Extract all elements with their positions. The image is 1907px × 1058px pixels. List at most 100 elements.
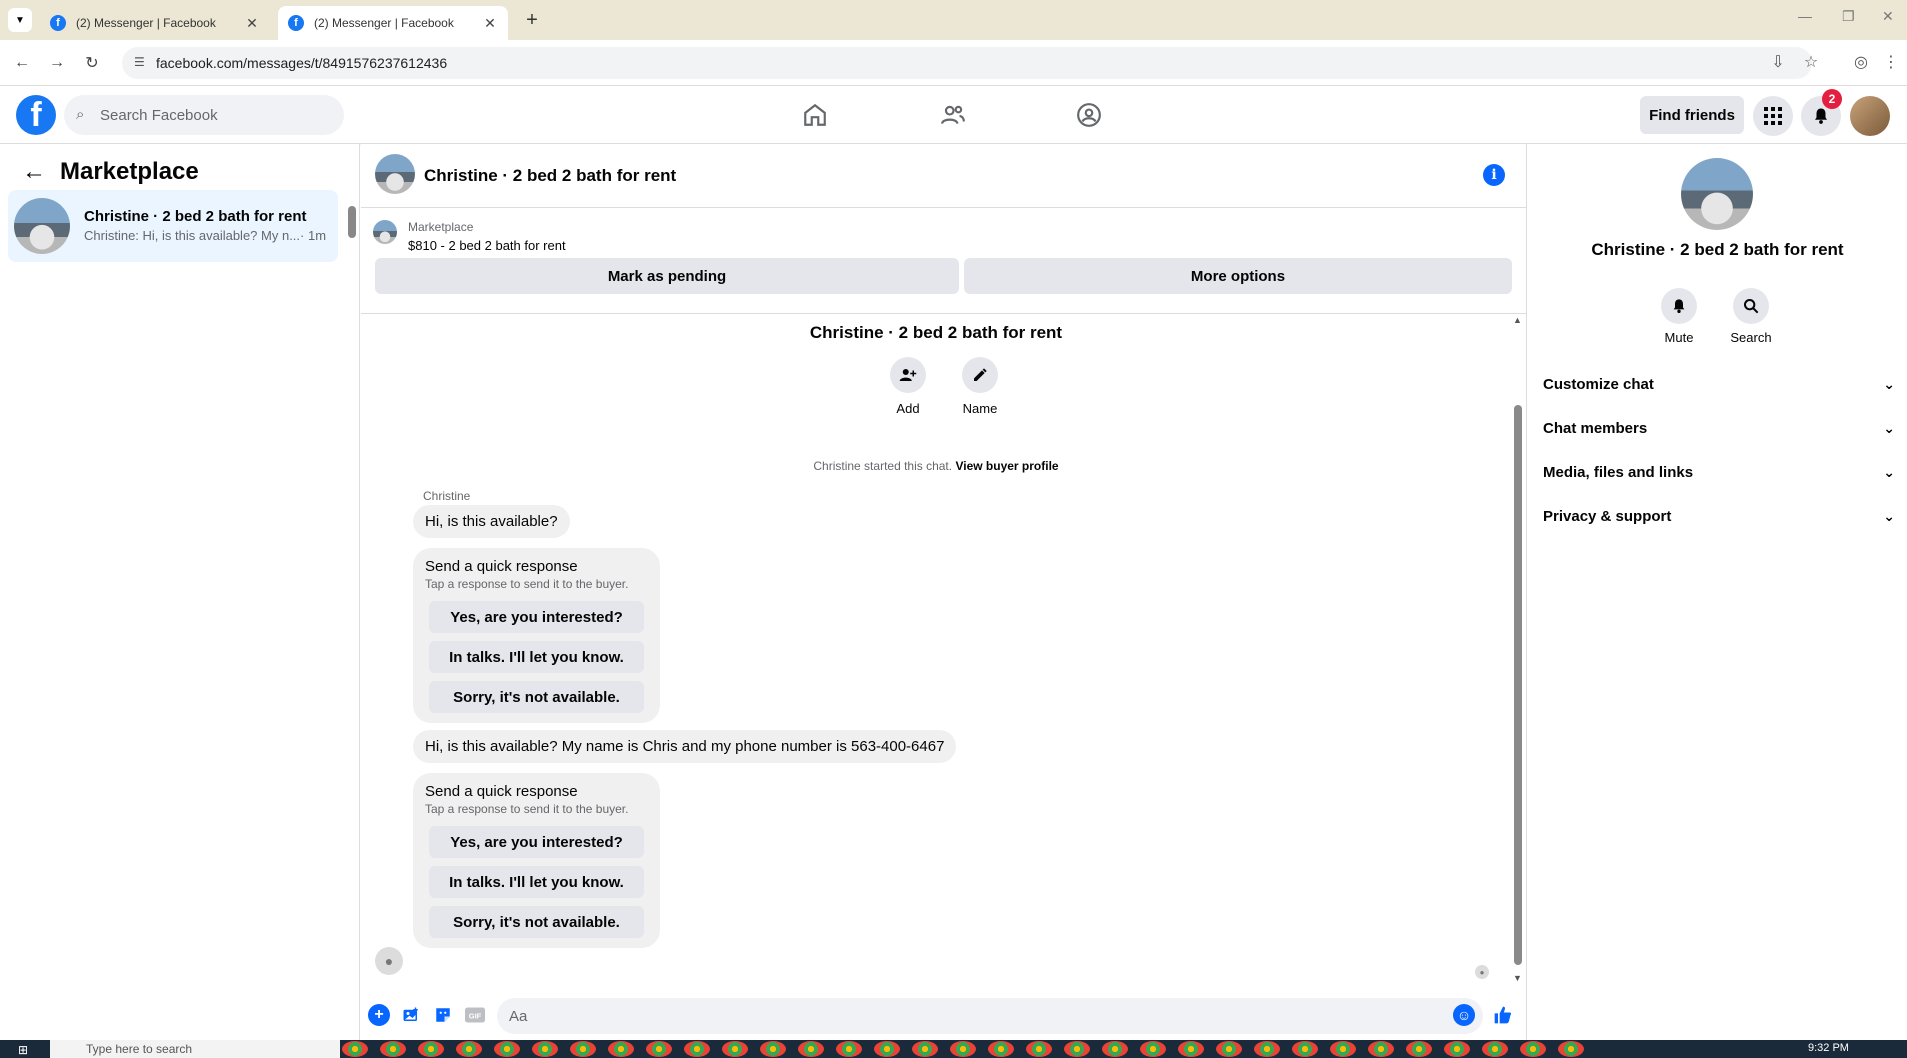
message-thread-scrollbar[interactable]: ▲ ▼ [1511, 315, 1525, 985]
chrome-icon[interactable] [1216, 1041, 1242, 1057]
thumbs-up-icon[interactable] [1492, 1004, 1514, 1026]
browser-menu-icon[interactable]: ⋮ [1880, 51, 1902, 73]
back-icon[interactable]: ← [10, 51, 34, 75]
sender-avatar-icon[interactable]: ● [375, 947, 403, 975]
chrome-icon[interactable] [798, 1041, 824, 1057]
chrome-icon[interactable] [570, 1041, 596, 1057]
chrome-icon[interactable] [608, 1041, 634, 1057]
chrome-icon[interactable] [988, 1041, 1014, 1057]
menu-grid-icon[interactable] [1753, 96, 1793, 136]
chrome-icon[interactable] [532, 1041, 558, 1057]
attach-photo-icon[interactable] [400, 1004, 422, 1026]
add-people-button[interactable]: Add [878, 357, 938, 416]
mute-button[interactable]: Mute [1649, 288, 1709, 345]
chrome-icon[interactable] [1026, 1041, 1052, 1057]
privacy-support-section[interactable]: Privacy & support ⌄ [1543, 494, 1895, 538]
facebook-search-input[interactable]: ⌕ Search Facebook [64, 95, 344, 135]
chrome-icon[interactable] [950, 1041, 976, 1057]
view-buyer-profile-link[interactable]: View buyer profile [955, 459, 1058, 473]
chat-title[interactable]: Christine · 2 bed 2 bath for rent [424, 166, 676, 186]
scrollbar-thumb[interactable] [348, 206, 356, 238]
install-app-icon[interactable]: ⇩ [1767, 51, 1789, 73]
chrome-icon[interactable] [1254, 1041, 1280, 1057]
site-info-icon[interactable]: ☰ [134, 55, 150, 71]
find-friends-button[interactable]: Find friends [1640, 96, 1744, 134]
message-input[interactable] [497, 998, 1483, 1034]
conversation-list-scrollbar[interactable] [348, 192, 356, 248]
browser-tab[interactable]: f (2) Messenger | Facebook ✕ [40, 6, 270, 40]
close-tab-icon[interactable]: ✕ [244, 15, 260, 32]
restore-window-button[interactable]: ❐ [1842, 8, 1855, 25]
message-bubble[interactable]: Hi, is this available? [413, 505, 570, 538]
chrome-icon[interactable] [1520, 1041, 1546, 1057]
chrome-icon[interactable] [494, 1041, 520, 1057]
more-actions-plus-icon[interactable]: + [368, 1004, 390, 1026]
home-icon[interactable] [799, 99, 831, 131]
chrome-icon[interactable] [722, 1041, 748, 1057]
conversation-info-icon[interactable]: i [1483, 164, 1505, 186]
chrome-icon[interactable] [380, 1041, 406, 1057]
account-avatar[interactable] [1850, 96, 1890, 136]
quick-response-not-available-button[interactable]: Sorry, it's not available. [429, 681, 644, 713]
more-options-button[interactable]: More options [964, 258, 1512, 294]
chrome-icon[interactable] [342, 1041, 368, 1057]
forward-icon[interactable]: → [45, 51, 69, 75]
browser-tab-active[interactable]: f (2) Messenger | Facebook ✕ [278, 6, 508, 40]
chrome-icon[interactable] [1482, 1041, 1508, 1057]
chrome-icon[interactable] [1368, 1041, 1394, 1057]
quick-response-yes-button[interactable]: Yes, are you interested? [429, 601, 644, 633]
scrollbar-thumb[interactable] [1514, 405, 1522, 965]
reload-icon[interactable]: ↻ [80, 51, 104, 75]
quick-response-in-talks-button[interactable]: In talks. I'll let you know. [429, 866, 644, 898]
chrome-icon[interactable] [1064, 1041, 1090, 1057]
profile-icon[interactable]: ◎ [1850, 51, 1872, 73]
chrome-icon[interactable] [456, 1041, 482, 1057]
address-bar[interactable]: ☰ facebook.com/messages/t/84915762376124… [122, 47, 1812, 79]
chrome-icon[interactable] [418, 1041, 444, 1057]
chat-members-section[interactable]: Chat members ⌄ [1543, 406, 1895, 450]
mark-as-pending-button[interactable]: Mark as pending [375, 258, 959, 294]
chrome-icon[interactable] [912, 1041, 938, 1057]
listing-thumbnail[interactable] [375, 154, 415, 194]
taskbar-clock[interactable]: 9:32 PM [1808, 1042, 1849, 1054]
chrome-icon[interactable] [1102, 1041, 1128, 1057]
name-chat-button[interactable]: Name [950, 357, 1010, 416]
minimize-window-button[interactable]: — [1798, 8, 1812, 24]
close-window-button[interactable]: ✕ [1882, 8, 1894, 25]
customize-chat-section[interactable]: Customize chat ⌄ [1543, 362, 1895, 406]
quick-response-in-talks-button[interactable]: In talks. I'll let you know. [429, 641, 644, 673]
listing-price-title[interactable]: $810 - 2 bed 2 bath for rent [408, 238, 566, 253]
chrome-icon[interactable] [760, 1041, 786, 1057]
chrome-icon[interactable] [1330, 1041, 1356, 1057]
bookmark-star-icon[interactable]: ☆ [1800, 51, 1822, 73]
message-bubble[interactable]: Hi, is this available? My name is Chris … [413, 730, 957, 763]
chrome-icon[interactable] [1178, 1041, 1204, 1057]
chrome-icon[interactable] [874, 1041, 900, 1057]
listing-photo[interactable] [1681, 158, 1753, 230]
listing-thumbnail-small[interactable] [373, 220, 397, 244]
scroll-down-arrow-icon[interactable]: ▼ [1513, 973, 1522, 983]
back-arrow-icon[interactable]: ← [22, 158, 46, 186]
quick-response-yes-button[interactable]: Yes, are you interested? [429, 826, 644, 858]
new-tab-button[interactable]: + [520, 8, 544, 32]
tab-search-menu-button[interactable]: ▼ [8, 8, 32, 32]
chrome-icon[interactable] [646, 1041, 672, 1057]
chrome-icon[interactable] [1406, 1041, 1432, 1057]
friends-icon[interactable] [937, 99, 969, 131]
quick-response-not-available-button[interactable]: Sorry, it's not available. [429, 906, 644, 938]
scroll-up-arrow-icon[interactable]: ▲ [1513, 315, 1522, 325]
media-files-links-section[interactable]: Media, files and links ⌄ [1543, 450, 1895, 494]
chrome-icon[interactable] [836, 1041, 862, 1057]
emoji-icon[interactable]: ☺ [1453, 1004, 1475, 1026]
chrome-icon[interactable] [1558, 1041, 1584, 1057]
chrome-icon[interactable] [1140, 1041, 1166, 1057]
conversation-item[interactable]: Christine · 2 bed 2 bath for rent Christ… [8, 190, 338, 262]
chrome-icon[interactable] [1292, 1041, 1318, 1057]
chrome-icon[interactable] [1444, 1041, 1470, 1057]
sticker-icon[interactable] [432, 1004, 454, 1026]
facebook-logo-icon[interactable]: f [16, 95, 56, 135]
search-in-conversation-button[interactable]: Search [1721, 288, 1781, 345]
windows-start-icon[interactable]: ⊞ [18, 1043, 32, 1057]
groups-icon[interactable] [1073, 99, 1105, 131]
close-tab-icon[interactable]: ✕ [482, 15, 498, 32]
